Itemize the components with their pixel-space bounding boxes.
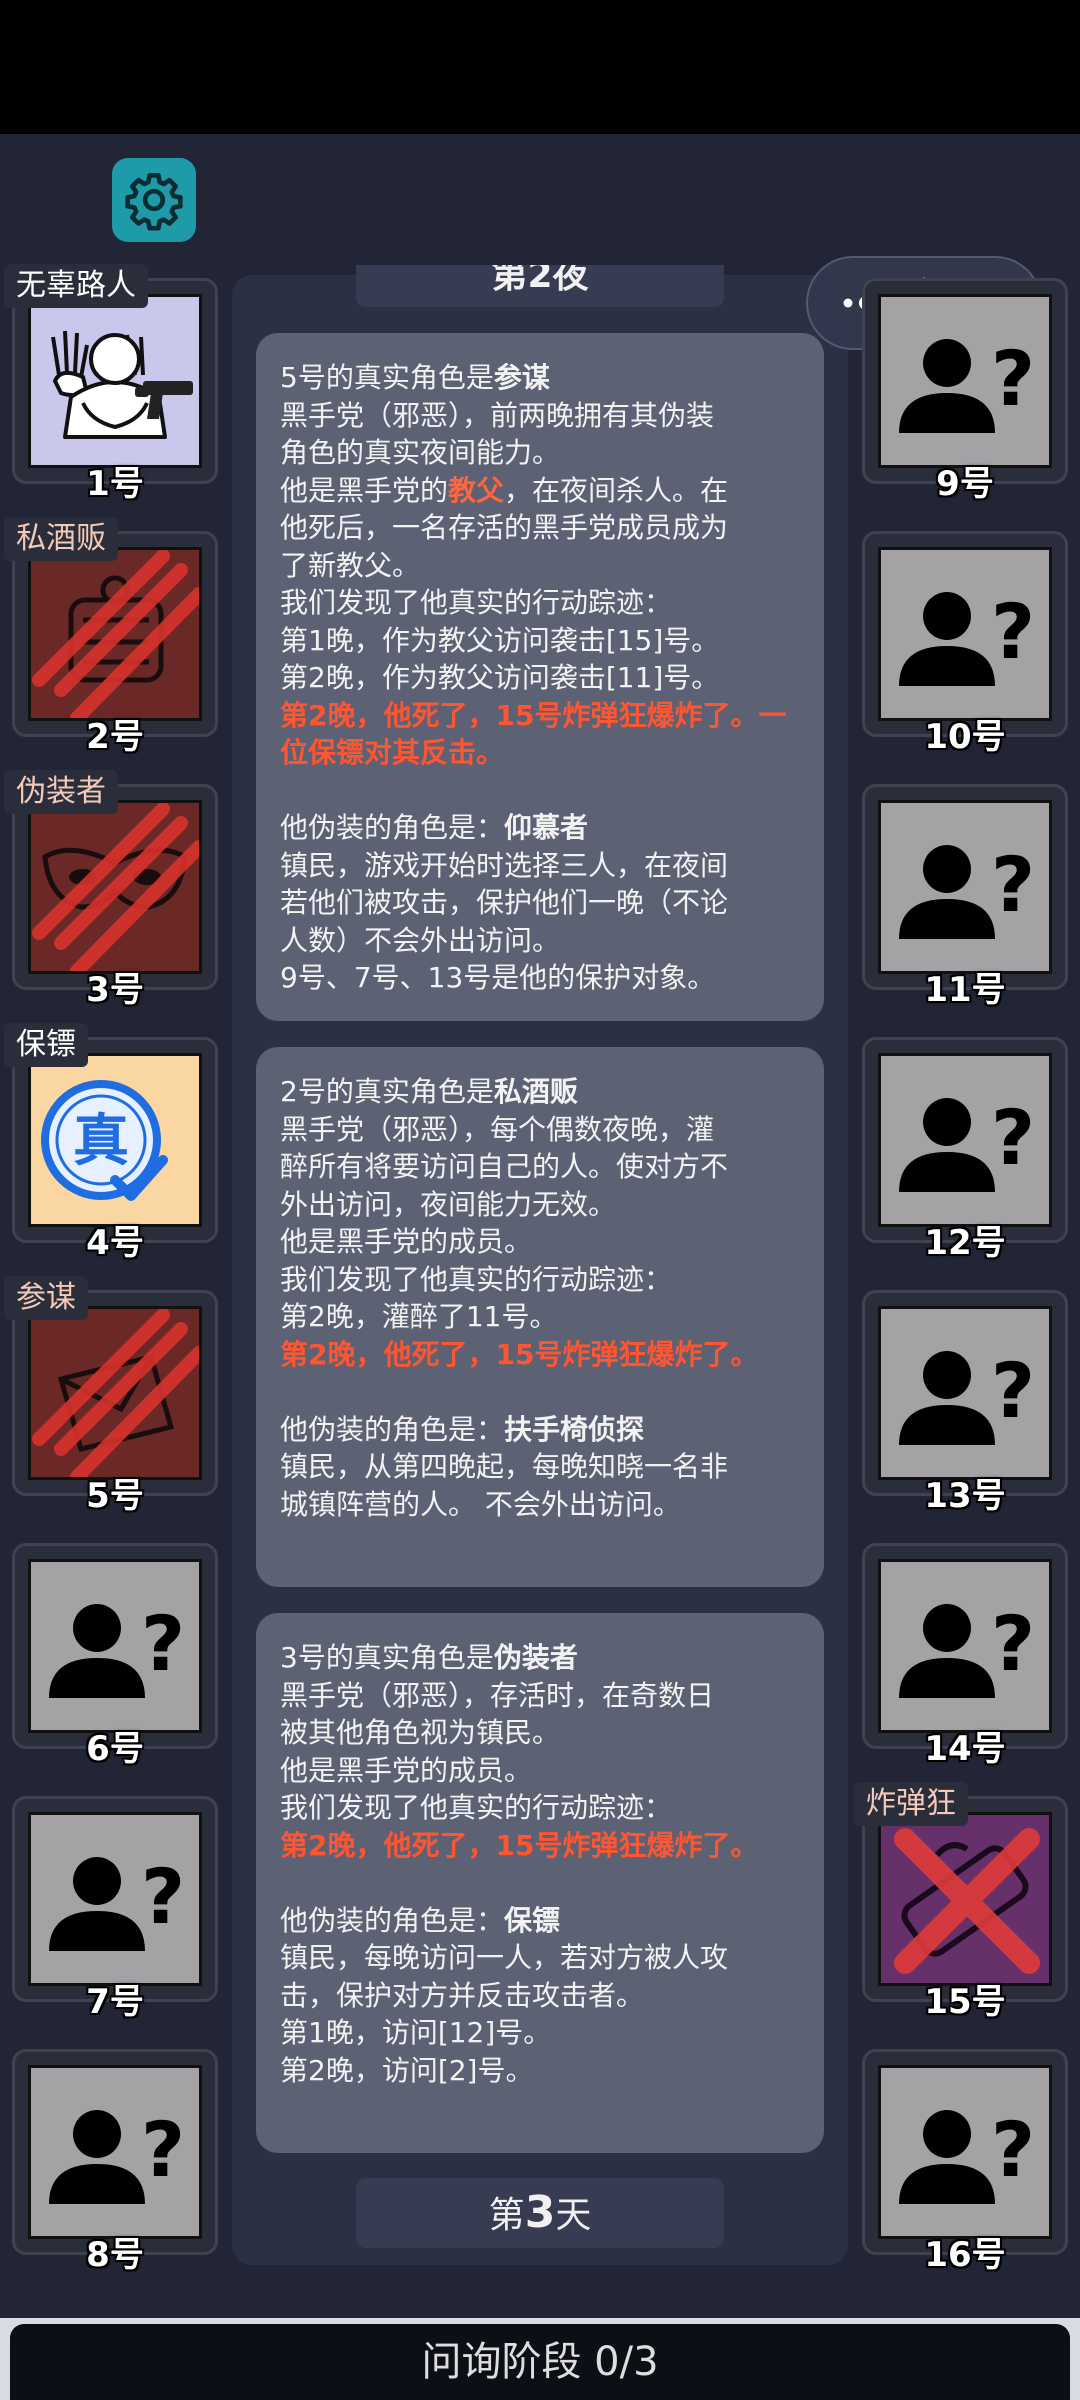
gear-icon [125,173,183,231]
death-notice: 第2晚，他死了，15号炸弹狂爆炸了。 [280,1337,759,1371]
player-number: 8号 [86,2235,144,2275]
player-number: 15号 [924,1982,1006,2022]
settings-button[interactable] [112,158,196,242]
player-number: 9号 [936,464,994,504]
player-number: 11号 [924,970,1006,1010]
role-reveal-card-2: 2号的真实角色是私酒贩 黑手党（邪恶），每个偶数夜晚，灌 醉所有将要访问自己的人… [256,1047,824,1587]
player-number: 3号 [86,970,144,1010]
phase-indicator: 问询阶段 0/3 [10,2324,1070,2400]
player-number: 6号 [86,1729,144,1769]
death-notice: 第2晚，他死了，15号炸弹狂爆炸了。一位保镖对其反击。 [280,698,787,770]
unknown-person-icon: ? [49,1599,185,1698]
player-slot[interactable]: ? 7号 [12,1796,218,2022]
bomb-icon [894,1828,1040,1974]
svg-text:真: 真 [73,1109,129,1174]
player-number: 5号 [86,1476,144,1516]
player-slot[interactable]: 伪装者 3号 [4,770,218,1010]
player-slot[interactable]: 私酒贩 2号 [4,517,218,757]
player-slot[interactable]: 参谋 5号 [4,1276,218,1516]
player-slot[interactable]: ? 8号 [12,2049,218,2275]
player-number: 12号 [924,1223,1006,1263]
player-number: 2号 [86,717,144,757]
bootlegger-icon [32,550,199,718]
unknown-person-icon: ? [899,1346,1035,1445]
svg-text:?: ? [141,2105,185,2194]
player-number: 10号 [924,717,1006,757]
death-notice: 第2晚，他死了，15号炸弹狂爆炸了。 [280,1828,759,1862]
role-tag: 炸弹狂 [854,1782,968,1826]
player-slot[interactable]: ? 6号 [12,1543,218,1769]
role-reveal-card-3: 3号的真实角色是伪装者 黑手党（邪恶），存活时，在奇数日 被其他角色视为镇民。 … [256,1613,824,2153]
svg-text:?: ? [141,1599,185,1688]
unknown-person-icon: ? [49,2105,185,2204]
player-slot[interactable]: 无辜路人 1号 [4,264,218,504]
player-slot[interactable]: ? 16号 [862,2049,1068,2275]
player-slot[interactable]: ? 14号 [862,1543,1068,1769]
role-tag: 私酒贩 [4,517,118,561]
verified-stamp-icon: 真 [41,1080,168,1201]
svg-text:?: ? [991,840,1035,929]
role-tag: 参谋 [4,1276,88,1320]
svg-text:?: ? [991,2105,1035,2194]
player-number: 13号 [924,1476,1006,1516]
svg-text:?: ? [141,1852,185,1941]
role-tag: 伪装者 [4,770,118,814]
svg-text:?: ? [991,1346,1035,1435]
player-slot[interactable]: ? 10号 [862,531,1068,757]
unknown-person-icon: ? [899,1093,1035,1192]
night-label: 第2夜 [356,265,724,307]
unknown-person-icon: ? [899,587,1035,686]
player-slot[interactable]: 炸弹狂 15号 [854,1782,1068,2022]
player-number: 7号 [86,1982,144,2022]
unknown-person-icon: ? [899,1599,1035,1698]
day-label: 第3天 [356,2178,724,2248]
player-number: 16号 [924,2235,1006,2275]
role-tag: 保镖 [4,1023,88,1067]
player-slot[interactable]: 真 保镖 4号 [4,1023,218,1263]
player-slot[interactable]: ? 12号 [862,1037,1068,1263]
unknown-person-icon: ? [899,334,1035,433]
player-slot[interactable]: ? 9号 [862,278,1068,504]
unknown-person-icon: ? [899,840,1035,939]
svg-text:?: ? [991,587,1035,676]
envelope-icon [32,1309,199,1477]
player-number: 14号 [924,1729,1006,1769]
svg-text:?: ? [991,1093,1035,1182]
role-reveal-card-5: 5号的真实角色是参谋 黑手党（邪恶），前两晚拥有其伪装 角色的真实夜间能力。 他… [256,333,824,1021]
player-slot[interactable]: ? 11号 [862,784,1068,1010]
player-number: 1号 [86,464,144,504]
player-number: 4号 [86,1223,144,1263]
svg-text:?: ? [991,1599,1035,1688]
svg-text:?: ? [991,334,1035,423]
mask-icon [32,803,199,971]
unknown-person-icon: ? [49,1852,185,1951]
unknown-person-icon: ? [899,2105,1035,2204]
player-slot[interactable]: ? 13号 [862,1290,1068,1516]
status-bar [0,0,1080,134]
role-tag: 无辜路人 [4,264,148,308]
hands-up-gun-icon [51,330,193,439]
